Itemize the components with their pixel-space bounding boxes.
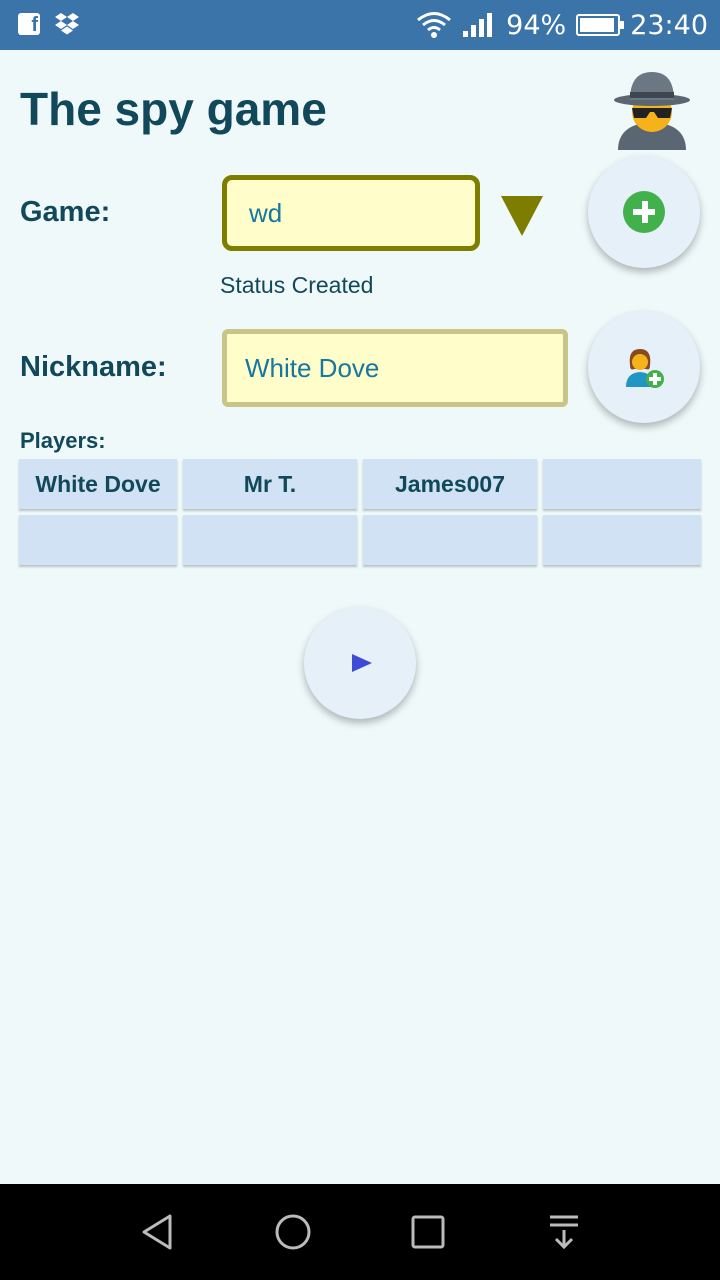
add-player-button[interactable] <box>588 311 700 423</box>
player-cell[interactable] <box>363 515 537 565</box>
notifications-button[interactable] <box>524 1184 604 1280</box>
play-button[interactable] <box>304 607 416 719</box>
battery-percent: 94% <box>506 9 567 41</box>
back-button[interactable] <box>118 1184 198 1280</box>
game-value: wd <box>249 197 283 228</box>
facebook-icon: f <box>18 13 40 36</box>
clock: 23:40 <box>630 9 708 41</box>
players-grid: White Dove Mr T. James007 <box>19 459 701 565</box>
add-game-button[interactable] <box>588 156 700 268</box>
add-person-icon <box>626 349 664 388</box>
page-title: The spy game <box>20 83 327 135</box>
recents-icon <box>411 1215 445 1249</box>
signal-icon <box>463 13 493 37</box>
game-dropdown-icon[interactable] <box>501 196 543 236</box>
status-bar: f 94% 23:40 <box>0 0 720 50</box>
navigation-bar <box>0 1184 720 1280</box>
player-cell[interactable] <box>543 515 701 565</box>
player-cell[interactable]: James007 <box>363 459 537 509</box>
game-status: Status Created <box>220 272 374 298</box>
recents-button[interactable] <box>388 1184 468 1280</box>
dropbox-icon <box>55 13 79 35</box>
home-button[interactable] <box>253 1184 333 1280</box>
players-label: Players: <box>20 428 106 453</box>
nickname-label: Nickname: <box>20 351 167 383</box>
battery-icon <box>576 14 625 36</box>
player-cell[interactable] <box>543 459 701 509</box>
player-cell[interactable] <box>183 515 357 565</box>
home-icon <box>275 1214 311 1250</box>
back-icon <box>142 1214 172 1250</box>
spy-icon <box>614 72 690 150</box>
nickname-input[interactable]: White Dove <box>222 329 568 407</box>
player-cell[interactable]: White Dove <box>19 459 177 509</box>
wifi-icon <box>417 12 452 38</box>
play-icon <box>352 654 372 672</box>
game-label: Game: <box>20 196 111 228</box>
player-cell[interactable] <box>19 515 177 565</box>
player-cell[interactable]: Mr T. <box>183 459 357 509</box>
plus-icon <box>623 191 665 233</box>
nickname-value: White Dove <box>245 352 380 383</box>
game-input[interactable]: wd <box>222 175 480 251</box>
pull-down-icon <box>550 1215 578 1250</box>
